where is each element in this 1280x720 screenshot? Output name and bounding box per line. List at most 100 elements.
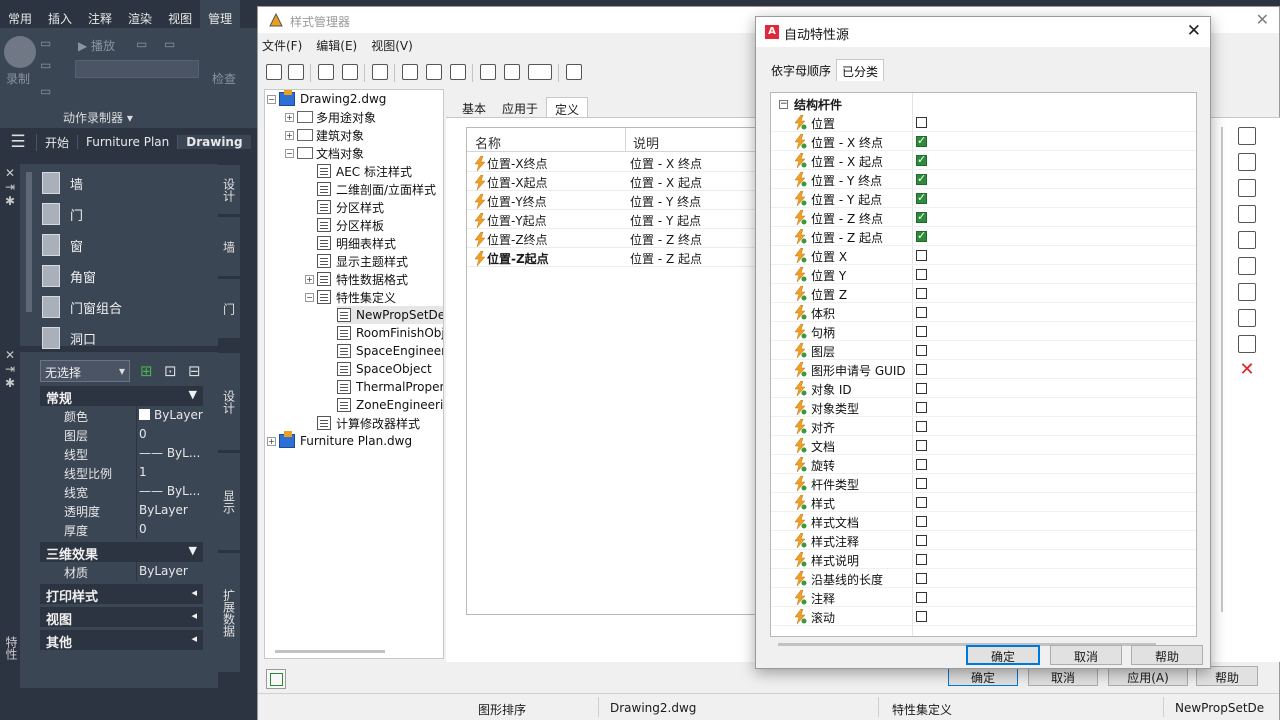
palette-scrollbar[interactable] <box>26 172 32 312</box>
table-row[interactable]: 位置-X起点 位置 - X 起点 <box>467 172 755 191</box>
tree-node-arch[interactable]: + 建筑对象 <box>285 126 364 144</box>
property-row[interactable]: 句柄 <box>771 322 1196 341</box>
property-row[interactable]: 位置 - Y 起点 <box>771 189 1196 208</box>
quick-select-icon[interactable]: ⊡ <box>164 362 177 380</box>
property-checkbox[interactable] <box>916 440 927 451</box>
prop-row-linetype[interactable]: 线型 —— ByL... <box>40 444 203 463</box>
section-general[interactable]: 常规 ▼ <box>40 386 203 407</box>
menu-file[interactable]: 文件(F) <box>258 34 306 54</box>
tab-categorized[interactable]: 已分类 <box>836 59 885 81</box>
doc-tab-start[interactable]: 开始 <box>36 133 77 151</box>
property-checkbox[interactable] <box>916 573 927 584</box>
menu-view[interactable]: 视图(V) <box>367 34 417 54</box>
new-drawing-icon[interactable] <box>266 64 282 80</box>
property-row[interactable]: 文档 <box>771 436 1196 455</box>
close-icon[interactable]: ✕ <box>0 164 20 180</box>
group-structural-member[interactable]: − 结构杆件 <box>779 95 842 113</box>
play-button[interactable]: ▶ 播放 <box>78 37 115 54</box>
add-graphic-property-icon[interactable] <box>1238 335 1256 353</box>
property-checkbox[interactable] <box>916 210 927 224</box>
property-checkbox[interactable] <box>916 134 927 148</box>
close-icon[interactable]: ✕ <box>0 346 20 362</box>
expand-icon[interactable]: + <box>305 274 314 284</box>
add-formula-property-icon[interactable] <box>1238 179 1256 197</box>
tab-alphabetic[interactable]: 依字母顺序 <box>766 59 836 81</box>
ribbon-tab-insert[interactable]: 插入 <box>40 0 80 28</box>
sm-ok-button[interactable]: 确定 <box>948 666 1018 686</box>
property-checkbox[interactable] <box>916 421 927 432</box>
vtab-prop-display[interactable]: 显示 <box>218 452 240 550</box>
property-checkbox[interactable] <box>916 172 927 186</box>
tab-general[interactable]: 基本 <box>454 97 494 119</box>
sm-apply-button[interactable]: 应用(A) <box>1108 666 1188 686</box>
sm-help-button[interactable]: 帮助 <box>1196 666 1258 686</box>
expand-icon[interactable]: + <box>285 112 294 122</box>
property-row[interactable]: 样式说明 <box>771 550 1196 569</box>
tab-applies-to[interactable]: 应用于 <box>494 97 546 119</box>
filter-icon[interactable] <box>504 64 520 80</box>
property-row[interactable]: 位置 - X 起点 <box>771 151 1196 170</box>
property-checkbox[interactable] <box>916 402 927 413</box>
prop-row-color[interactable]: 颜色 ByLayer <box>40 406 203 425</box>
property-row[interactable]: 位置 - Z 起点 <box>771 227 1196 246</box>
expand-icon[interactable]: + <box>285 130 294 140</box>
macro-combo[interactable] <box>75 60 199 78</box>
tree-node-zone-style[interactable]: 分区样式 <box>317 198 384 216</box>
autohide-icon[interactable]: ⇥ <box>0 362 20 376</box>
prop-row-ltscale[interactable]: 线型比例 1 <box>40 463 203 482</box>
prop-row-layer[interactable]: 图层 0 <box>40 425 203 444</box>
property-row[interactable]: 图形申请号 GUID <box>771 360 1196 379</box>
property-checkbox[interactable] <box>916 153 927 167</box>
toggle-view-icon[interactable] <box>480 64 496 80</box>
property-row[interactable]: 旋转 <box>771 455 1196 474</box>
tool-corner-window[interactable]: 角窗 <box>42 262 96 290</box>
prop-row-lineweight[interactable]: 线宽 —— ByL... <box>40 482 203 501</box>
select-objects-icon[interactable]: ⊟ <box>188 362 201 380</box>
property-row[interactable]: 位置 X <box>771 246 1196 265</box>
tree-node-newpropsetdef[interactable]: NewPropSetDef <box>337 306 443 324</box>
prop-row-material[interactable]: 材质 ByLayer <box>40 562 203 581</box>
tree-node-zoneeng[interactable]: ZoneEngineering <box>337 396 443 414</box>
table-row[interactable]: 位置-X终点 位置 - X 终点 <box>467 153 755 172</box>
ribbon-tab-home[interactable]: 常用 <box>0 0 40 28</box>
property-checkbox[interactable] <box>916 459 927 470</box>
edit-style-icon[interactable] <box>372 64 388 80</box>
paste-icon[interactable] <box>342 64 358 80</box>
copy-icon[interactable] <box>318 64 334 80</box>
ribbon-tab-manage[interactable]: 管理 <box>200 0 241 28</box>
property-row[interactable]: 沿基线的长度 <box>771 569 1196 588</box>
vtab-wall[interactable]: 墙 <box>218 216 240 276</box>
collapse-icon[interactable]: − <box>267 94 276 104</box>
section-view[interactable]: 视图 ◂ <box>40 607 203 628</box>
inplace-edit-icon[interactable] <box>566 64 582 80</box>
ribbon-tab-annotate[interactable]: 注释 <box>80 0 120 28</box>
add-anchor-property-icon[interactable] <box>1238 309 1256 327</box>
vtab-door[interactable]: 门 <box>218 278 240 338</box>
property-row[interactable]: 样式文档 <box>771 512 1196 531</box>
property-checkbox[interactable] <box>916 516 927 527</box>
property-row[interactable]: 对象 ID <box>771 379 1196 398</box>
tool-window[interactable]: 窗 <box>42 231 83 259</box>
table-row[interactable]: 位置-Z终点 位置 - Z 终点 <box>467 229 755 248</box>
property-checkbox[interactable] <box>916 307 927 318</box>
property-row[interactable]: 样式 <box>771 493 1196 512</box>
tree-node-drawing2[interactable]: − Drawing2.dwg <box>267 90 386 108</box>
property-row[interactable]: 样式注释 <box>771 531 1196 550</box>
property-row[interactable]: 位置 <box>771 113 1196 132</box>
doc-tab-drawing[interactable]: Drawing <box>177 135 251 149</box>
toggle-preview-icon[interactable] <box>266 669 286 689</box>
add-auto-property-icon[interactable] <box>1238 153 1256 171</box>
property-checkbox[interactable] <box>916 497 927 508</box>
tree-node-2d-section[interactable]: 二维剖面/立面样式 <box>317 180 436 198</box>
tree-node-spaceobject[interactable]: SpaceObject <box>337 360 432 378</box>
open-drawing-icon[interactable] <box>288 64 304 80</box>
property-checkbox[interactable] <box>916 535 927 546</box>
set-from-icon[interactable] <box>450 64 466 80</box>
property-row[interactable]: 对齐 <box>771 417 1196 436</box>
autohide-icon[interactable]: ⇥ <box>0 180 20 194</box>
menu-edit[interactable]: 编辑(E) <box>312 34 361 54</box>
selection-combo[interactable]: 无选择 <box>40 360 130 382</box>
property-row[interactable]: 位置 - Z 终点 <box>771 208 1196 227</box>
property-checkbox[interactable] <box>916 611 927 622</box>
property-checkbox[interactable] <box>916 288 927 299</box>
